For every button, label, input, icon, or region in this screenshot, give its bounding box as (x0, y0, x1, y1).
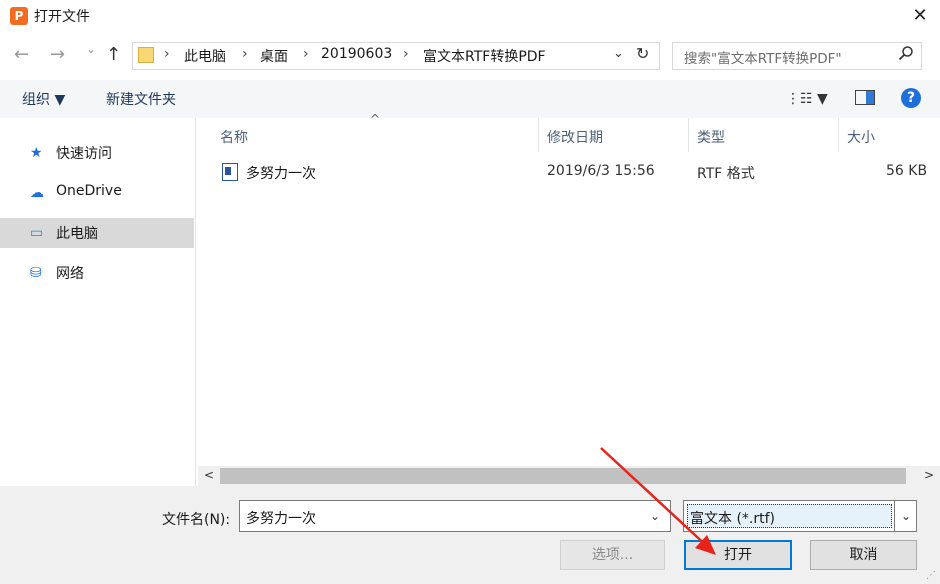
scroll-left-button[interactable]: < (204, 468, 214, 482)
window-title: 打开文件 (34, 9, 90, 25)
column-header-modified[interactable]: 修改日期 (547, 127, 603, 147)
scroll-right-button[interactable]: > (924, 468, 934, 482)
sidebar-item-label: 快速访问 (56, 146, 112, 162)
app-icon: P (10, 7, 28, 25)
computer-icon: ▭ (30, 225, 44, 241)
filename-dropdown-icon[interactable]: ⌄ (650, 509, 660, 523)
scrollbar-thumb[interactable] (220, 468, 906, 484)
breadcrumb-separator: › (242, 46, 248, 62)
network-icon: ⛁ (30, 265, 42, 281)
sidebar-item-network[interactable]: ⛁ 网络 (0, 258, 194, 288)
close-button[interactable]: ✕ (900, 0, 940, 32)
breadcrumb-desktop[interactable]: 桌面 (260, 46, 288, 66)
breadcrumb-separator: › (164, 46, 170, 62)
column-divider[interactable] (688, 118, 689, 152)
filename-input[interactable]: 多努力一次 (239, 500, 671, 532)
star-icon: ★ (30, 145, 43, 161)
help-icon[interactable]: ? (901, 88, 921, 108)
filename-label: 文件名(N): (162, 512, 231, 528)
breadcrumb-this-pc[interactable]: 此电脑 (184, 46, 226, 66)
file-name[interactable]: 多努力一次 (246, 163, 316, 183)
breadcrumb-20190603[interactable]: 20190603 (321, 46, 392, 62)
search-placeholder: 搜索"富文本RTF转换PDF" (684, 51, 842, 67)
sidebar-item-label: OneDrive (56, 183, 122, 199)
column-header-size[interactable]: 大小 (847, 127, 875, 147)
sidebar-item-quick-access[interactable]: ★ 快速访问 (0, 138, 194, 168)
file-size: 56 KB (886, 163, 928, 179)
forward-button[interactable]: → (50, 44, 65, 65)
breadcrumb-separator: › (303, 46, 309, 62)
resize-grip-icon[interactable]: ⋰ (926, 570, 936, 581)
address-dropdown-icon[interactable]: ⌄ (613, 46, 624, 61)
cloud-icon: ☁ (30, 185, 44, 201)
sidebar-item-label: 此电脑 (56, 226, 98, 242)
breadcrumb-separator: › (403, 46, 409, 62)
new-folder-button[interactable]: 新建文件夹 (106, 89, 176, 109)
organize-menu-button[interactable]: 组织 ▼ (22, 89, 65, 109)
file-type: RTF 格式 (697, 166, 755, 182)
cancel-button[interactable]: 取消 (810, 540, 917, 570)
breadcrumb-current-folder[interactable]: 富文本RTF转换PDF (423, 46, 546, 66)
view-options-icon[interactable]: ⋮☷ ▼ (786, 91, 828, 107)
rtf-file-icon (222, 163, 238, 181)
sidebar-item-label: 网络 (56, 266, 84, 282)
search-icon[interactable] (898, 45, 914, 65)
refresh-icon[interactable]: ↻ (636, 44, 649, 63)
open-button[interactable]: 打开 (684, 540, 792, 570)
column-divider[interactable] (538, 118, 539, 152)
back-button[interactable]: ← (14, 44, 29, 65)
file-modified: 2019/6/3 15:56 (547, 163, 655, 179)
preview-pane-icon[interactable] (855, 90, 875, 105)
sort-ascending-icon: ^ (370, 112, 381, 126)
file-type-dropdown-icon[interactable]: ⌄ (894, 500, 917, 532)
column-divider[interactable] (838, 118, 839, 152)
column-header-name[interactable]: 名称 (220, 127, 248, 147)
navigation-pane (0, 118, 196, 486)
up-button[interactable]: ↑ (106, 44, 121, 65)
folder-icon (138, 47, 154, 63)
options-button[interactable]: 选项... (560, 540, 665, 570)
sidebar-item-this-pc[interactable]: ▭ 此电脑 (0, 218, 194, 248)
recent-locations-button[interactable]: ⌄ (86, 42, 96, 56)
sidebar-item-onedrive[interactable]: ☁ OneDrive (0, 178, 194, 208)
file-type-value: 富文本 (*.rtf) (690, 511, 775, 527)
title-bar (0, 0, 940, 32)
column-header-type[interactable]: 类型 (697, 127, 725, 147)
